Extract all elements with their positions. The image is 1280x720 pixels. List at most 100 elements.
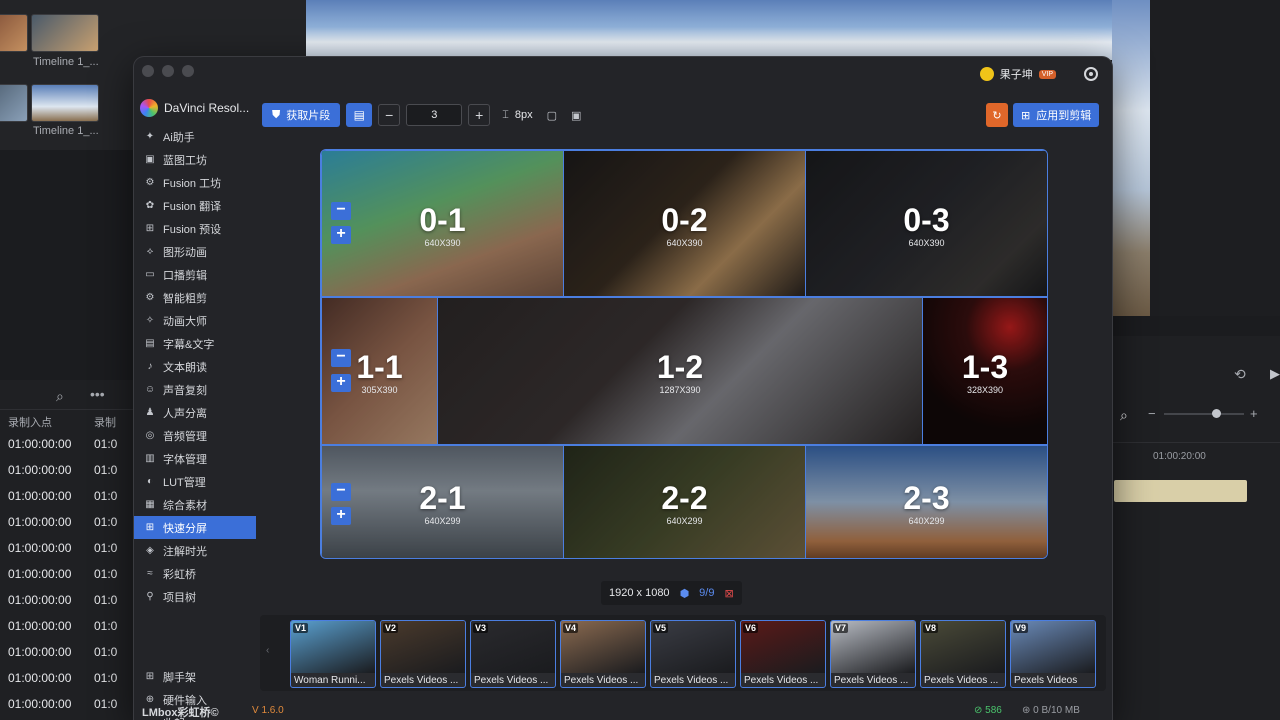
sidebar-item[interactable]: ⊞ Fusion 预设 (134, 217, 256, 240)
gap-setting[interactable]: ⌶ 8px (496, 109, 532, 122)
apply-to-edit-button[interactable]: ⊞ 应用到剪辑 (1013, 103, 1100, 127)
sidebar-item-label: Fusion 工坊 (163, 177, 222, 190)
grid-cell[interactable]: 0-1 640X390 (321, 150, 564, 297)
nav-icon: ◎ (145, 430, 155, 441)
clip-thumbnail[interactable]: V2 Pexels Videos ... (380, 620, 466, 688)
sidebar-item[interactable]: ▥ 字体管理 (134, 447, 256, 470)
sidebar-item-label: Ai助手 (163, 131, 195, 144)
minus-icon: − (385, 107, 394, 123)
row-remove-button[interactable]: − (331, 349, 351, 367)
bg-timeline-clip[interactable] (1114, 480, 1247, 502)
info-bar: 1920 x 1080 ⬢ 9/9 ⊠ (601, 581, 742, 605)
sidebar-item[interactable]: ✧ 动画大师 (134, 309, 256, 332)
row-remove-button[interactable]: − (331, 202, 351, 220)
play-icon[interactable]: ▶ (1270, 366, 1280, 382)
zoom-in-icon[interactable]: + (1250, 406, 1258, 421)
timecode-rec: 01:0 (94, 567, 118, 581)
settings-gear-icon[interactable] (1084, 67, 1098, 81)
sidebar-item[interactable]: ☺ 声音复刻 (134, 378, 256, 401)
search-icon[interactable]: ⌕ (56, 388, 64, 405)
grid-cell[interactable]: 1-1 305X390 (321, 297, 438, 445)
save-icon[interactable]: ▢ (547, 109, 557, 122)
sidebar-item[interactable]: ◎ 音频管理 (134, 424, 256, 447)
grid-cell[interactable]: 2-1 640X299 (321, 445, 564, 558)
fetch-clips-button[interactable]: ⛊ 获取片段 (262, 103, 341, 127)
sidebar-bottom-item[interactable]: ⊞ 脚手架 (134, 665, 256, 688)
clip-thumbnail[interactable]: V4 Pexels Videos ... (560, 620, 646, 688)
clip-name: Pexels Videos ... (564, 675, 639, 686)
sidebar-item[interactable]: ▤ 字幕&文字 (134, 332, 256, 355)
sidebar-item[interactable]: ▭ 口播剪辑 (134, 263, 256, 286)
sidebar-item[interactable]: ⚙ Fusion 工坊 (134, 171, 256, 194)
zoom-slider[interactable] (1164, 413, 1244, 415)
refresh-icon: ↻ (992, 109, 1002, 122)
clip-thumbnail[interactable]: V5 Pexels Videos ... (650, 620, 736, 688)
bg-media-thumb[interactable] (0, 14, 28, 52)
layout-rows-button[interactable]: ▤ (346, 103, 373, 127)
sidebar-item[interactable]: ≈ 彩虹桥 (134, 562, 256, 585)
row-add-button[interactable]: + (331, 507, 351, 525)
vip-badge: VIP (1038, 69, 1056, 79)
minimize-window-button[interactable] (162, 65, 174, 77)
increase-count-button[interactable]: + (468, 104, 491, 126)
maximize-window-button[interactable] (182, 65, 194, 77)
decrease-count-button[interactable]: − (378, 104, 401, 126)
sidebar-item[interactable]: ⚙ 智能粗剪 (134, 286, 256, 309)
app-brand[interactable]: DaVinci Resol... (140, 99, 249, 117)
strip-left-icon[interactable]: ‹ (266, 645, 269, 656)
sidebar-item[interactable]: ▣ 蓝图工坊 (134, 148, 256, 171)
zoom-slider-handle[interactable] (1212, 409, 1221, 418)
bg-media-thumb[interactable] (0, 84, 28, 122)
cell-size: 640X299 (424, 516, 461, 526)
grid-cell[interactable]: 1-2 1287X390 (437, 297, 923, 445)
grid-cell[interactable]: 2-2 640X299 (563, 445, 806, 558)
sidebar-item[interactable]: ⚲ 项目树 (134, 585, 256, 608)
sidebar-item-label: 声音复刻 (163, 384, 207, 397)
bg-media-thumb[interactable] (31, 84, 99, 122)
sidebar-item[interactable]: ✦ Ai助手 (134, 125, 256, 148)
bg-media-thumb[interactable] (31, 14, 99, 52)
grid-cell[interactable]: 2-3 640X299 (805, 445, 1047, 558)
clip-thumbnail[interactable]: V3 Pexels Videos ... (470, 620, 556, 688)
crop-icon[interactable]: ⊠ (724, 587, 733, 600)
grid-cell[interactable]: 0-2 640X390 (563, 150, 806, 297)
refresh-button[interactable]: ↻ (986, 103, 1008, 127)
loop-icon[interactable]: ⟲ (1234, 366, 1246, 383)
zoom-search-icon[interactable]: ⌕ (1120, 407, 1128, 424)
clip-thumbnail[interactable]: V8 Pexels Videos ... (920, 620, 1006, 688)
sidebar-item[interactable]: ◈ 注解时光 (134, 539, 256, 562)
row-add-button[interactable]: + (331, 226, 351, 244)
sidebar-item[interactable]: ♪ 文本朗读 (134, 355, 256, 378)
clip-thumbnail[interactable]: V6 Pexels Videos ... (740, 620, 826, 688)
count-input[interactable] (406, 104, 463, 126)
nav-icon: ≈ (147, 568, 153, 579)
apply-label: 应用到剪辑 (1036, 110, 1092, 122)
sidebar-item[interactable]: ⊞ 快速分屏 (134, 516, 256, 539)
user-area[interactable]: 果子坤 VIP (979, 66, 1056, 82)
bg-col-header: 录制入点 (8, 417, 52, 429)
plugin-window: 果子坤 VIP DaVinci Resol... ✦ Ai助手 ▣ 蓝图工坊 ⚙ Fusi… (134, 57, 1112, 720)
user-avatar (979, 67, 994, 81)
bg-timeline-right (1112, 336, 1280, 720)
clip-thumbnail[interactable]: V7 Pexels Videos ... (830, 620, 916, 688)
preview-icon[interactable]: ▣ (571, 109, 581, 122)
close-window-button[interactable] (142, 65, 154, 77)
grid-cell[interactable]: 1-3 328X390 (922, 297, 1047, 445)
grid-cell[interactable]: 0-3 640X390 (805, 150, 1047, 297)
sidebar-item[interactable]: ♟ 人声分离 (134, 401, 256, 424)
sidebar-item[interactable]: ▦ 综合素材 (134, 493, 256, 516)
sidebar-item[interactable]: ◐ LUT管理 (134, 470, 256, 493)
zoom-out-icon[interactable]: − (1148, 406, 1156, 421)
more-icon[interactable]: ••• (90, 386, 105, 402)
row-add-button[interactable]: + (331, 374, 351, 392)
nav-icon: ✦ (145, 131, 155, 142)
cube-icon: ⬢ (679, 587, 690, 600)
cell-size: 640X390 (666, 237, 703, 248)
sidebar-nav: ✦ Ai助手 ▣ 蓝图工坊 ⚙ Fusion 工坊 ✿ Fusion 翻译 ⊞ Fusion 预设… (134, 125, 256, 608)
row-remove-button[interactable]: − (331, 483, 351, 501)
sidebar-item-label: Fusion 翻译 (163, 200, 222, 213)
clip-thumbnail[interactable]: V1 Woman Runni... (290, 620, 376, 688)
sidebar-item[interactable]: ✿ Fusion 翻译 (134, 194, 256, 217)
sidebar-item[interactable]: ⟡ 图形动画 (134, 240, 256, 263)
clip-thumbnail[interactable]: V9 Pexels Videos (1010, 620, 1096, 688)
